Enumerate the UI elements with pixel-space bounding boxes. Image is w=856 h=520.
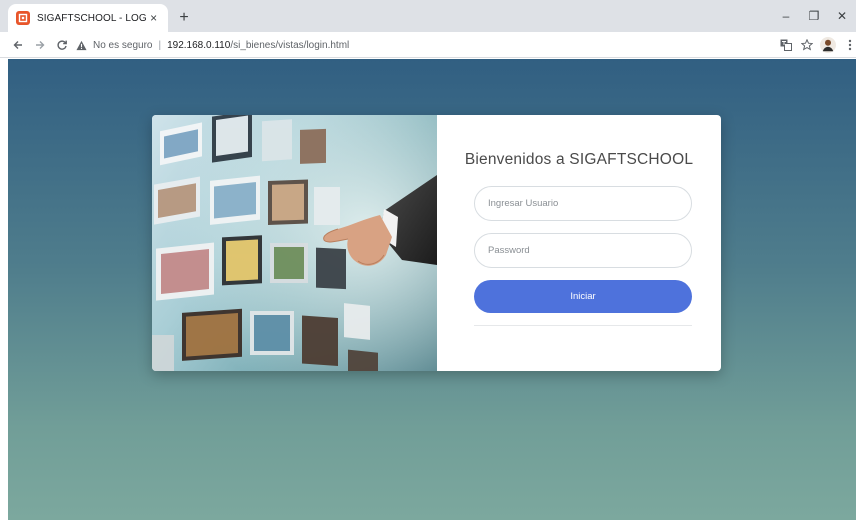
login-submit-button[interactable]: Iniciar xyxy=(474,280,692,313)
url-host: 192.168.0.110 xyxy=(167,39,231,51)
tab-title: SIGAFTSCHOOL - LOGIN xyxy=(37,12,148,24)
browser-toolbar: No es seguro | 192.168.0.110/si_bienes/v… xyxy=(0,32,856,58)
arrow-right-icon[interactable] xyxy=(31,36,49,54)
digital-media-collage xyxy=(152,115,437,371)
address-bar[interactable]: No es seguro | 192.168.0.110/si_bienes/v… xyxy=(76,35,756,55)
login-title: Bienvenidos a SIGAFTSCHOOL xyxy=(464,151,694,168)
login-form: Bienvenidos a SIGAFTSCHOOL Iniciar xyxy=(437,115,721,371)
close-window-button[interactable]: ✕ xyxy=(828,0,856,32)
new-tab-button[interactable]: + xyxy=(174,8,194,28)
window-controls: – ❐ ✕ xyxy=(772,0,856,32)
browser-tab-strip: SIGAFTSCHOOL - LOGIN × + – ❐ ✕ xyxy=(0,0,856,32)
form-divider xyxy=(474,325,692,326)
hero-image xyxy=(152,115,437,371)
url-path: /si_bienes/vistas/login.html xyxy=(230,39,350,51)
browser-tab[interactable]: SIGAFTSCHOOL - LOGIN × xyxy=(8,4,168,32)
address-separator: | xyxy=(158,39,162,51)
site-favicon-icon xyxy=(16,11,30,25)
tab-close-icon[interactable]: × xyxy=(147,11,160,25)
login-card: Bienvenidos a SIGAFTSCHOOL Iniciar xyxy=(152,115,721,371)
password-input[interactable] xyxy=(474,233,692,268)
avatar-icon[interactable] xyxy=(818,35,838,55)
restore-button[interactable]: ❐ xyxy=(800,0,828,32)
minimize-button[interactable]: – xyxy=(772,0,800,32)
translate-icon[interactable] xyxy=(776,35,796,55)
security-label[interactable]: No es seguro xyxy=(93,40,152,51)
warning-triangle-icon xyxy=(76,39,88,51)
star-icon[interactable] xyxy=(797,35,817,55)
reload-icon[interactable] xyxy=(53,36,71,54)
username-input[interactable] xyxy=(474,186,692,221)
kebab-menu-icon[interactable] xyxy=(840,35,856,55)
page-background: Bienvenidos a SIGAFTSCHOOL Iniciar xyxy=(8,59,856,520)
arrow-left-icon[interactable] xyxy=(9,36,27,54)
